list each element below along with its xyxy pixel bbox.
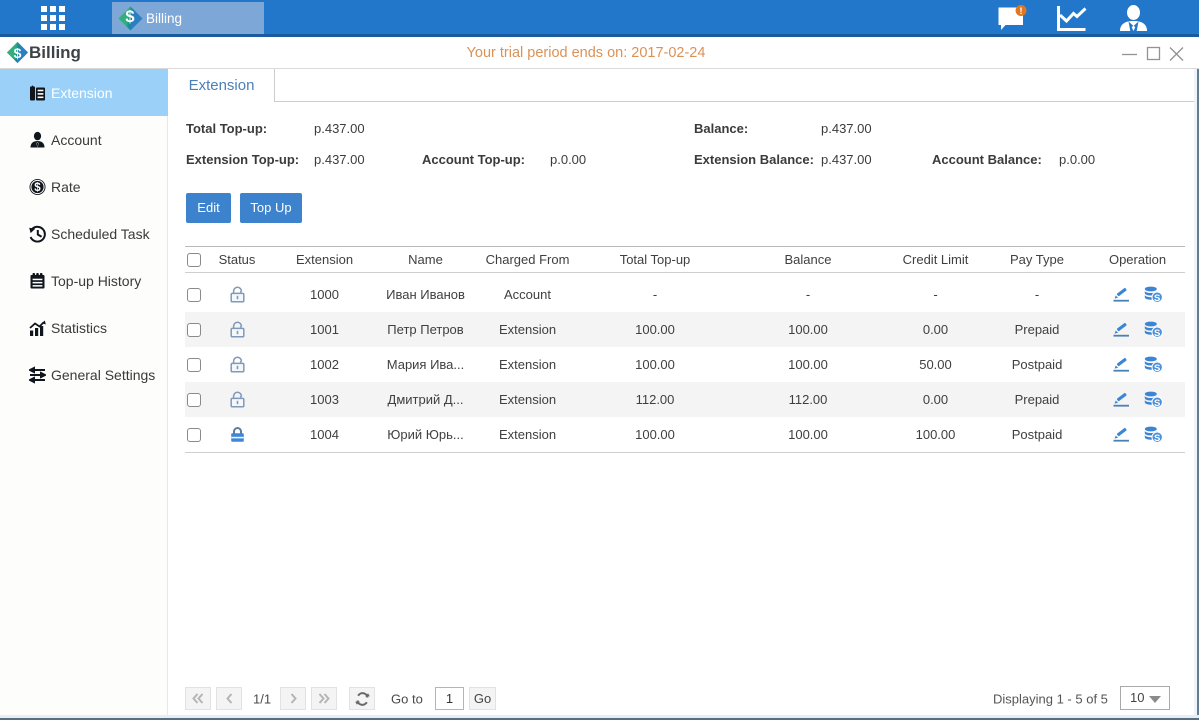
svg-text:S: S bbox=[1154, 328, 1160, 338]
svg-text:!: ! bbox=[1020, 6, 1023, 16]
svg-text:S: S bbox=[1154, 433, 1160, 443]
svg-text:S: S bbox=[1154, 293, 1160, 303]
svg-text:S: S bbox=[1154, 398, 1160, 408]
svg-text:S: S bbox=[1154, 363, 1160, 373]
svg-text:$: $ bbox=[34, 182, 41, 194]
